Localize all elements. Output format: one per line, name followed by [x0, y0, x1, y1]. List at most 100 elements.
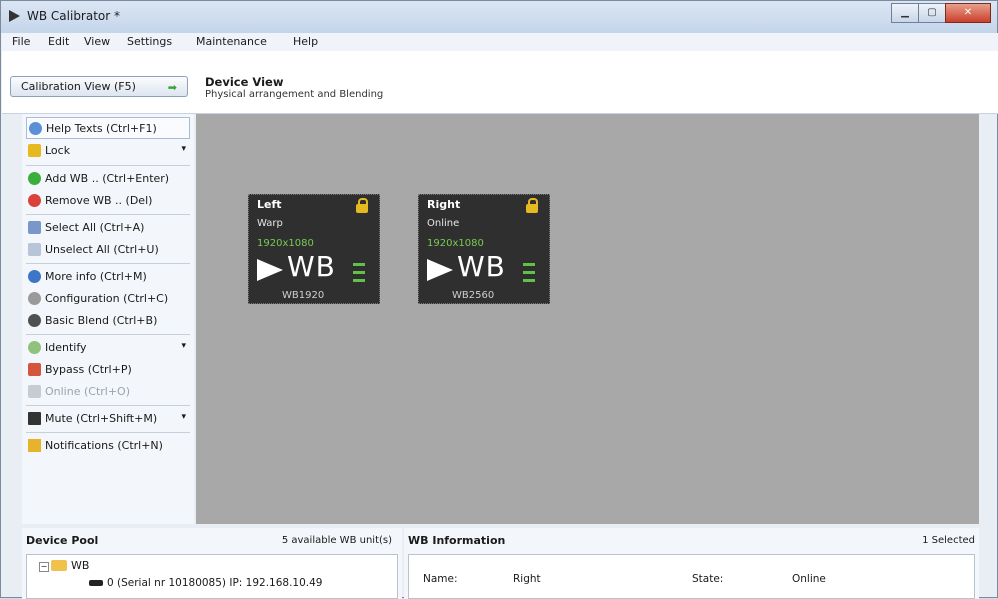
- toolbar-divider: [26, 214, 190, 215]
- notifications-button[interactable]: Notifications (Ctrl+N): [26, 435, 190, 457]
- menu-maintenance[interactable]: Maintenance: [196, 35, 267, 48]
- mute-dropdown[interactable]: Mute (Ctrl+Shift+M) ▾: [26, 408, 190, 430]
- minimize-icon: ▁: [901, 7, 909, 18]
- collapse-toggle[interactable]: −: [39, 562, 49, 572]
- page-subtitle: Physical arrangement and Blending: [205, 89, 384, 100]
- add-icon: [28, 172, 41, 185]
- available-units-count: 5 available WB unit(s): [281, 535, 392, 546]
- lock-icon[interactable]: [526, 198, 538, 213]
- remove-wb-label: Remove WB .. (Del): [45, 194, 153, 207]
- name-label: Name:: [423, 573, 458, 585]
- menu-bar: File Edit View Settings Maintenance Help: [2, 33, 998, 51]
- menu-help[interactable]: Help: [293, 35, 318, 48]
- device-tree[interactable]: − WB 0 (Serial nr 10180085) IP: 192.168.…: [26, 554, 398, 599]
- device-pool-panel: Device Pool 5 available WB unit(s) − WB …: [22, 528, 402, 599]
- unselect-all-button[interactable]: Unselect All (Ctrl+U): [26, 239, 190, 261]
- tree-root-label[interactable]: WB: [71, 559, 89, 572]
- menu-file[interactable]: File: [12, 35, 30, 48]
- app-play-icon: [9, 10, 20, 22]
- identify-label: Identify: [45, 341, 87, 354]
- toolbar-divider: [26, 334, 190, 335]
- menu-settings[interactable]: Settings: [127, 35, 172, 48]
- toolbar-divider: [26, 165, 190, 166]
- configuration-label: Configuration (Ctrl+C): [45, 292, 169, 305]
- folder-icon: [51, 560, 67, 571]
- calibration-view-button[interactable]: Calibration View (F5) ➡: [10, 76, 188, 97]
- window-controls: ▁ ▢ ✕: [891, 3, 991, 23]
- unselect-all-icon: [28, 243, 41, 256]
- device-status: Online: [427, 218, 460, 229]
- gear-icon: [28, 292, 41, 305]
- help-texts-label: Help Texts (Ctrl+F1): [46, 122, 157, 135]
- identify-dropdown[interactable]: Identify ▾: [26, 337, 190, 359]
- select-all-button[interactable]: Select All (Ctrl+A): [26, 217, 190, 239]
- info-box: Name: Right State: Online: [408, 554, 975, 599]
- online-button[interactable]: Online (Ctrl+O): [26, 381, 190, 403]
- menu-edit[interactable]: Edit: [48, 35, 69, 48]
- mute-icon: [28, 412, 41, 425]
- connection-icon: [523, 263, 535, 283]
- menu-view[interactable]: View: [84, 35, 110, 48]
- bypass-icon: [28, 363, 41, 376]
- close-icon: ✕: [963, 7, 973, 18]
- lock-icon: [28, 144, 41, 157]
- wb-information-panel: WB Information 1 Selected Name: Right St…: [404, 528, 979, 599]
- state-value: Online: [792, 573, 826, 585]
- minimize-button[interactable]: ▁: [891, 3, 919, 23]
- configuration-button[interactable]: Configuration (Ctrl+C): [26, 288, 190, 310]
- name-value: Right: [513, 573, 541, 585]
- device-name: Left: [257, 198, 282, 211]
- mute-label: Mute (Ctrl+Shift+M): [45, 412, 158, 425]
- device-tile-right[interactable]: Right Online 1920x1080 WB WB2560: [418, 194, 550, 304]
- toolbar-divider: [26, 405, 190, 406]
- window-title: WB Calibrator *: [27, 9, 121, 23]
- lock-icon[interactable]: [356, 198, 368, 213]
- device-model: WB2560: [452, 290, 495, 301]
- device-pool-title: Device Pool: [26, 534, 99, 547]
- device-resolution: 1920x1080: [257, 238, 314, 249]
- more-info-button[interactable]: More info (Ctrl+M): [26, 266, 190, 288]
- online-icon: [28, 385, 41, 398]
- basic-blend-button[interactable]: Basic Blend (Ctrl+B): [26, 310, 190, 332]
- maximize-button[interactable]: ▢: [918, 3, 946, 23]
- device-name: Right: [427, 198, 461, 211]
- tree-item[interactable]: 0 (Serial nr 10180085) IP: 192.168.10.49: [107, 577, 322, 589]
- calibration-view-label: Calibration View (F5): [21, 80, 136, 93]
- wb-logo-text: WB: [457, 250, 506, 283]
- online-label: Online (Ctrl+O): [45, 385, 131, 398]
- header-row: Calibration View (F5) ➡ Device View Phys…: [2, 51, 998, 114]
- lock-dropdown[interactable]: Lock ▾: [26, 140, 190, 162]
- wb-logo-text: WB: [287, 250, 336, 283]
- info-icon: [28, 270, 41, 283]
- device-resolution: 1920x1080: [427, 238, 484, 249]
- notifications-label: Notifications (Ctrl+N): [45, 439, 163, 452]
- bypass-label: Bypass (Ctrl+P): [45, 363, 132, 376]
- wb-logo-play-icon: [427, 259, 453, 281]
- help-texts-button[interactable]: Help Texts (Ctrl+F1): [26, 117, 190, 139]
- lock-label: Lock: [45, 144, 71, 157]
- identify-icon: [28, 341, 41, 354]
- more-info-label: More info (Ctrl+M): [45, 270, 147, 283]
- add-wb-label: Add WB .. (Ctrl+Enter): [45, 172, 170, 185]
- device-status: Warp: [257, 218, 283, 229]
- app-window: WB Calibrator * ▁ ▢ ✕ File Edit View Set…: [0, 0, 998, 599]
- chevron-down-icon: ▾: [181, 341, 186, 351]
- close-button[interactable]: ✕: [945, 3, 991, 23]
- wb-logo-play-icon: [257, 259, 283, 281]
- device-tile-left[interactable]: Left Warp 1920x1080 WB WB1920: [248, 194, 380, 304]
- remove-wb-button[interactable]: Remove WB .. (Del): [26, 190, 190, 212]
- selected-count: 1 Selected: [922, 535, 975, 546]
- bypass-button[interactable]: Bypass (Ctrl+P): [26, 359, 190, 381]
- connection-icon: [353, 263, 365, 283]
- device-canvas[interactable]: Left Warp 1920x1080 WB WB1920 Right Onli…: [196, 114, 979, 524]
- unselect-all-label: Unselect All (Ctrl+U): [45, 243, 159, 256]
- toolbar-divider: [26, 432, 190, 433]
- maximize-icon: ▢: [927, 7, 937, 18]
- add-wb-button[interactable]: Add WB .. (Ctrl+Enter): [26, 168, 190, 190]
- toolbar-divider: [26, 263, 190, 264]
- arrow-right-icon: ➡: [167, 81, 177, 94]
- page-title: Device View: [205, 75, 284, 89]
- basic-blend-label: Basic Blend (Ctrl+B): [45, 314, 158, 327]
- chevron-down-icon: ▾: [181, 412, 186, 422]
- state-label: State:: [692, 573, 724, 585]
